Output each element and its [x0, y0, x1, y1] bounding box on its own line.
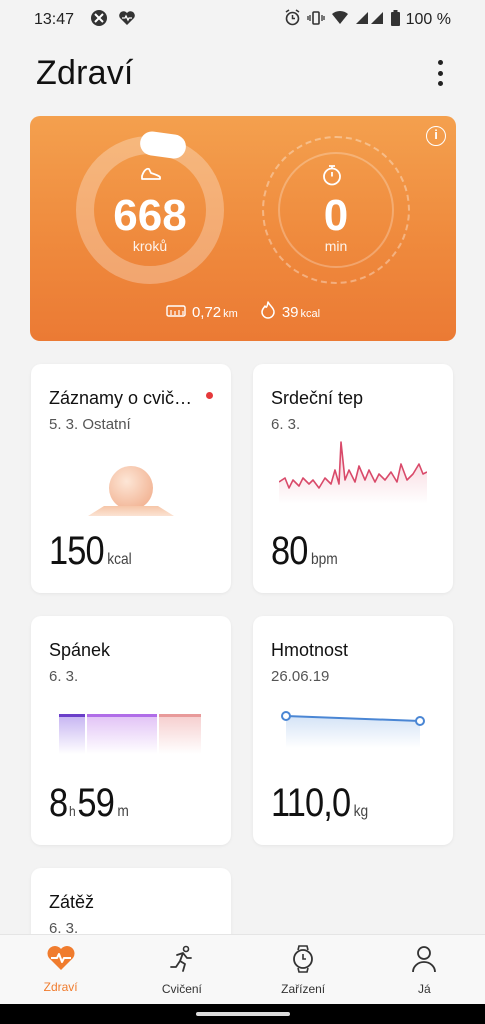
distance-value: 0,72 [191, 303, 222, 321]
wifi-icon [331, 10, 349, 30]
watch-icon [291, 945, 315, 976]
battery-percent: 100 % [405, 11, 451, 28]
exercise-records-card[interactable]: Záznamy o cvič… 5. 3. Ostatní 150 kcal [31, 364, 231, 593]
card-title: Spánek [49, 640, 111, 660]
heart-pulse-icon [46, 945, 76, 974]
more-options-button[interactable] [430, 58, 450, 88]
gesture-bar [0, 1004, 485, 1024]
calories-unit: kcal [300, 307, 321, 320]
calories-value: 39 [281, 303, 299, 321]
vibrate-icon [306, 10, 325, 31]
tab-me[interactable]: Já [364, 935, 485, 1004]
bpm-unit: bpm [310, 551, 338, 568]
bpm-number: 80 [271, 529, 308, 573]
weight-card[interactable]: Hmotnost 26.06.19 110,0 kg [253, 616, 453, 845]
minutes-unit: min [324, 238, 348, 254]
heart-rate-chart [279, 441, 427, 504]
weight-number: 110,0 [271, 781, 351, 825]
heart-rate-card[interactable]: Srdeční tep 6. 3. 80 bpm [253, 364, 453, 593]
sleep-chart [59, 714, 201, 754]
status-bar: 13:47 100 % [0, 0, 485, 40]
battery-icon [390, 9, 400, 31]
tab-label: Zdraví [43, 980, 78, 994]
flame-icon [260, 301, 276, 323]
sleep-card[interactable]: Spánek 6. 3. 8 h59 m [31, 616, 231, 845]
distance-unit: km [223, 307, 238, 320]
sleep-duration: 8 h59 m [49, 783, 129, 823]
ruler-icon [166, 304, 186, 321]
weight-value: 110,0 kg [271, 783, 368, 823]
stress-card[interactable]: Zátěž 6. 3. [31, 868, 231, 938]
card-title: Záznamy o cvič… [49, 388, 193, 408]
hours-unit: h [68, 803, 76, 819]
more-vert-icon [437, 60, 443, 65]
health-notification-icon [118, 10, 136, 31]
person-icon [411, 945, 437, 976]
sleep-minutes: 59 [77, 781, 114, 825]
tab-exercise[interactable]: Cvičení [121, 935, 242, 1004]
signal-icon [355, 10, 385, 30]
app-notification-icon [90, 9, 108, 32]
calories-number: 150 [49, 529, 105, 573]
steps-unit: kroků [132, 238, 168, 254]
steps-value: 668 [113, 191, 187, 240]
page-title: Zdraví [36, 54, 134, 92]
info-icon[interactable]: i [426, 126, 446, 146]
heart-rate-value: 80 bpm [271, 531, 338, 571]
minutes-value: 0 [323, 191, 349, 240]
home-indicator[interactable] [196, 1012, 290, 1016]
tab-label: Já [418, 982, 431, 996]
sleep-hours: 8 [49, 781, 68, 825]
weight-chart [281, 711, 425, 748]
card-subtitle: 26.06.19 [271, 668, 330, 685]
activity-summary-card[interactable]: i 668 kroků 0 min 0,72 km 39 kcal [30, 116, 456, 341]
calories-unit: kcal [107, 551, 132, 568]
card-title: Zátěž [49, 892, 95, 912]
tab-label: Cvičení [161, 982, 202, 996]
unread-dot [206, 392, 213, 399]
card-subtitle: 5. 3. Ostatní [49, 416, 131, 433]
tab-health[interactable]: Zdraví [0, 935, 121, 1004]
status-time: 13:47 [34, 11, 75, 28]
hero-footer: 0,72 km 39 kcal [30, 301, 456, 323]
minutes-unit: m [117, 803, 129, 820]
weight-unit: kg [353, 803, 369, 820]
card-title: Srdeční tep [271, 388, 364, 408]
running-icon [168, 945, 196, 976]
card-subtitle: 6. 3. [271, 416, 301, 433]
alarm-icon [284, 9, 301, 31]
tab-devices[interactable]: Zařízení [243, 935, 364, 1004]
card-title: Hmotnost [271, 640, 349, 660]
tab-label: Zařízení [281, 982, 326, 996]
card-subtitle: 6. 3. [49, 668, 79, 685]
exercise-value: 150 kcal [49, 531, 132, 571]
shoe-icon [140, 166, 162, 187]
exercise-illustration [88, 466, 174, 516]
stopwatch-icon [321, 164, 343, 191]
bottom-navigation: Zdraví Cvičení Zařízení Já [0, 934, 485, 1004]
